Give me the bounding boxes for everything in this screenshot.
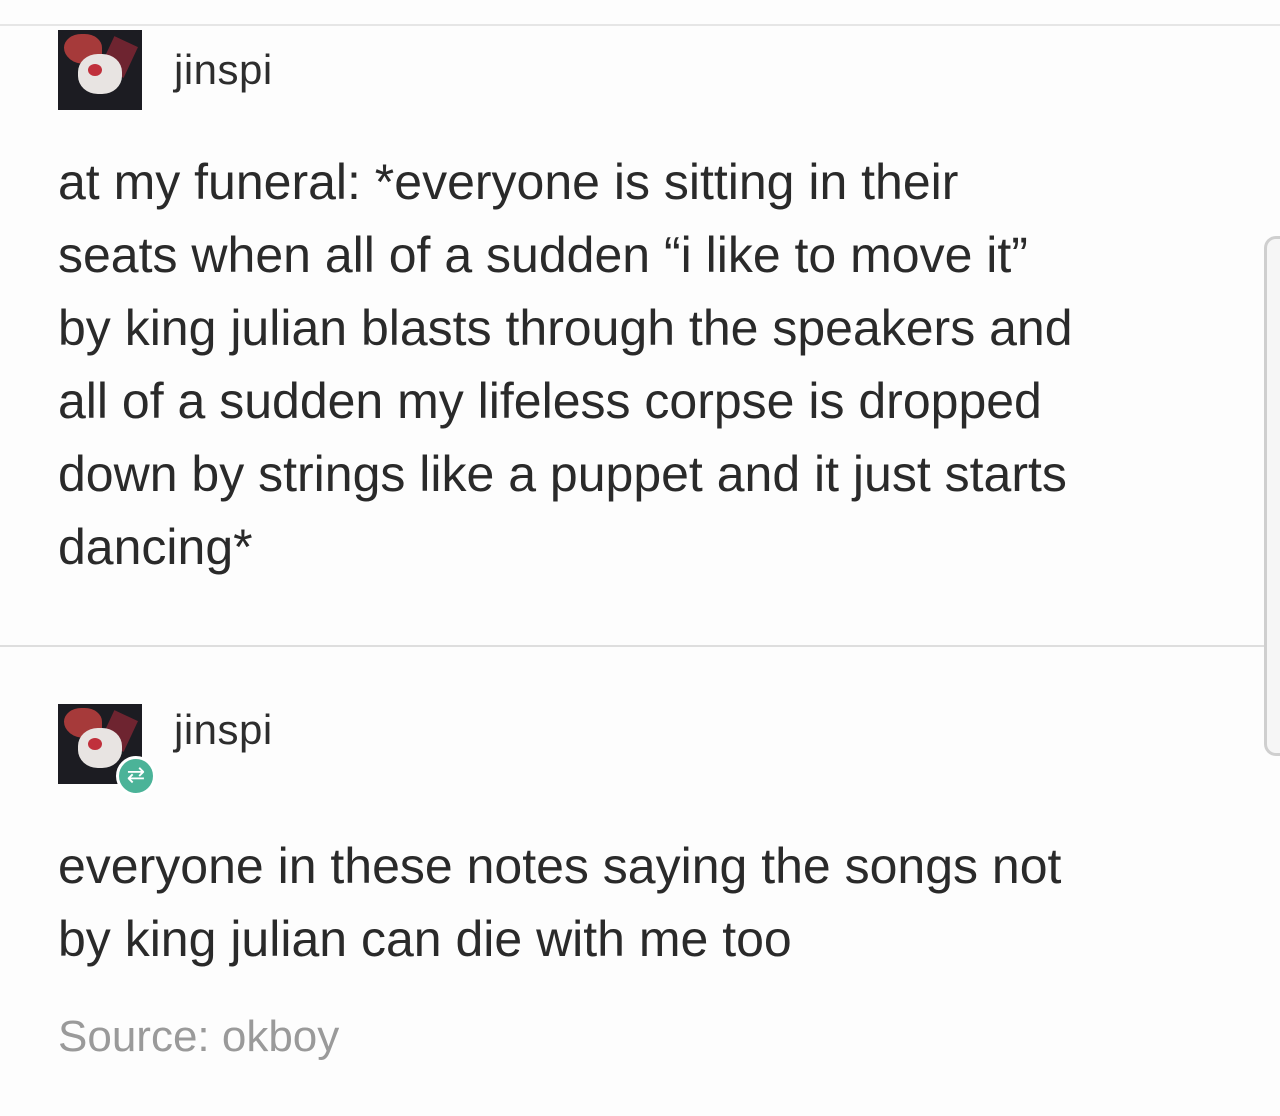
post-body-line: seats when all of a sudden “i like to mo… — [58, 227, 1028, 283]
username[interactable]: jinspi — [174, 46, 273, 94]
scrollbar-handle[interactable] — [1264, 236, 1280, 756]
avatar[interactable] — [58, 30, 142, 110]
avatar[interactable]: ⇄ — [58, 704, 156, 796]
post-body-line: all of a sudden my lifeless corpse is dr… — [58, 373, 1042, 429]
post-body: at my funeral: *everyone is sitting in t… — [58, 146, 1238, 584]
post-body-line: at my funeral: *everyone is sitting in t… — [58, 154, 959, 210]
post-reblog: ⇄ jinspi everyone in these notes saying … — [58, 704, 1238, 976]
username[interactable]: jinspi — [174, 706, 273, 754]
post-divider — [0, 645, 1264, 647]
source-link[interactable]: Source: okboy — [58, 1012, 339, 1062]
post-header: ⇄ jinspi — [58, 704, 1238, 796]
top-divider — [0, 24, 1280, 26]
post-body-line: everyone in these notes saying the songs… — [58, 838, 1062, 894]
avatar-nose-shape — [88, 738, 102, 750]
post-body-line: down by strings like a puppet and it jus… — [58, 446, 1067, 502]
post-original: jinspi at my funeral: *everyone is sitti… — [58, 30, 1238, 584]
post-body: everyone in these notes saying the songs… — [58, 830, 1238, 976]
post-body-line: by king julian can die with me too — [58, 911, 792, 967]
post-body-line: dancing* — [58, 519, 253, 575]
post-header: jinspi — [58, 30, 1238, 110]
avatar-nose-shape — [88, 64, 102, 76]
reblog-icon: ⇄ — [116, 756, 156, 796]
post-body-line: by king julian blasts through the speake… — [58, 300, 1073, 356]
